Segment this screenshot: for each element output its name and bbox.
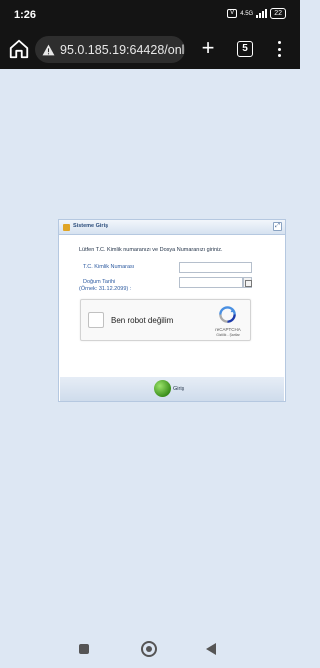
lock-icon	[63, 224, 70, 231]
back-icon[interactable]	[206, 643, 216, 655]
login-arrow-icon[interactable]	[154, 380, 171, 397]
recaptcha-checkbox[interactable]	[88, 312, 104, 328]
tab-switcher-icon[interactable]: 5	[237, 41, 253, 57]
network-type: 4.5G	[240, 10, 254, 17]
dob-input[interactable]	[179, 277, 243, 288]
tc-input[interactable]	[179, 262, 252, 273]
url-text[interactable]: 95.0.185.19:64428/onli	[60, 43, 185, 57]
recent-apps-icon[interactable]	[79, 644, 89, 654]
recaptcha-brand: reCAPTCHA	[215, 327, 241, 332]
address-bar[interactable]: 95.0.185.19:64428/onli	[35, 36, 185, 63]
battery-icon: 22	[270, 8, 286, 19]
recaptcha-logo-icon	[219, 306, 236, 323]
recaptcha-label: Ben robot değilim	[111, 316, 174, 325]
new-tab-icon[interactable]: +	[197, 37, 219, 60]
navigation-bar	[0, 620, 300, 668]
home-circle-icon[interactable]	[141, 641, 157, 657]
home-icon[interactable]	[8, 38, 30, 60]
panel-header: Sisteme Giriş ⤢	[59, 220, 285, 235]
status-icons: V 4.5G 22	[227, 8, 286, 19]
panel-title: Sisteme Giriş	[73, 223, 109, 229]
tc-label: T.C. Kimlik Numarası	[83, 264, 135, 270]
recaptcha-links[interactable]: Gizlilik - Şartlar	[207, 333, 249, 337]
giris-button-label[interactable]: Giriş	[173, 386, 184, 392]
giris-button[interactable]: Giriş	[154, 380, 184, 397]
panel-footer: Giriş	[60, 377, 284, 401]
dob-example-label: (Örnek: 31.12.2099) :	[79, 286, 132, 292]
not-secure-warning-icon[interactable]	[42, 44, 55, 56]
status-bar: 1:26 V 4.5G 22	[0, 0, 300, 30]
status-time: 1:26	[14, 9, 37, 21]
calendar-icon[interactable]	[243, 277, 252, 288]
recaptcha-widget: Ben robot değilim reCAPTCHA Gizlilik - Ş…	[80, 299, 251, 341]
signal-icon	[256, 9, 268, 18]
expand-icon[interactable]: ⤢	[273, 222, 282, 231]
login-panel: Sisteme Giriş ⤢ Lütfen T.C. Kimlik numar…	[58, 219, 286, 402]
dob-label: Doğum Tarihi	[83, 279, 116, 285]
volte-icon: V	[227, 9, 238, 18]
menu-icon[interactable]	[274, 39, 284, 59]
browser-toolbar: 95.0.185.19:64428/onli + 5	[0, 30, 300, 69]
instructions-text: Lütfen T.C. Kimlik numaranızı ve Dosya N…	[79, 247, 223, 253]
